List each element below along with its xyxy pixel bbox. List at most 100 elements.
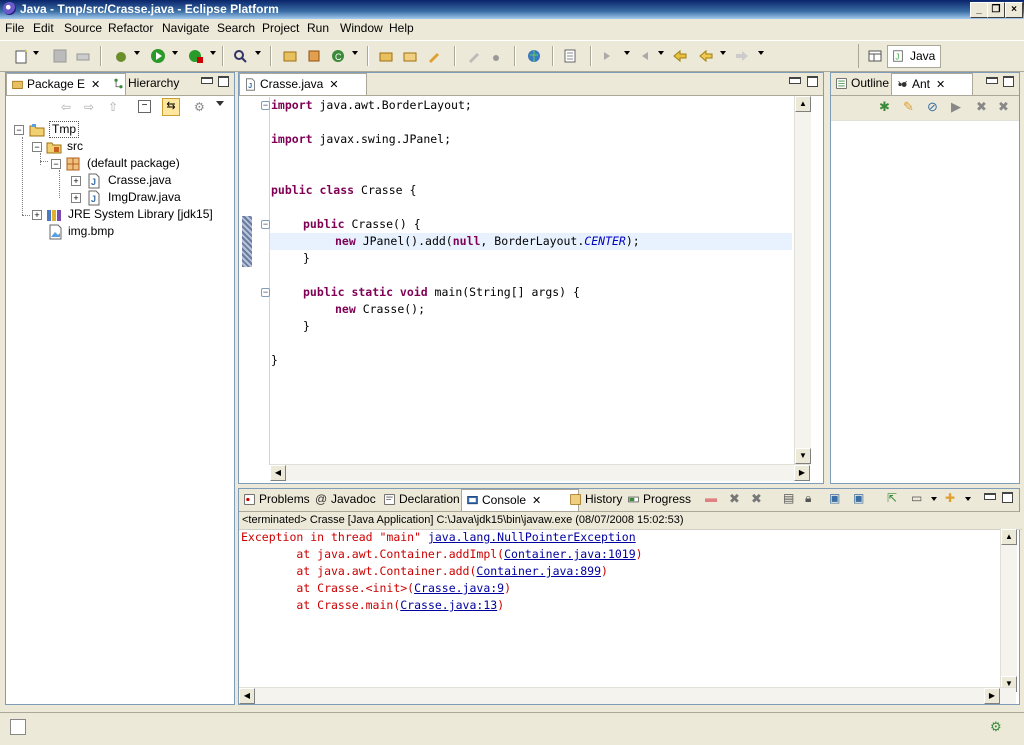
chevron-down-icon[interactable] xyxy=(134,51,140,55)
search-icon[interactable] xyxy=(232,48,248,64)
tab-ant[interactable]: Ant ✕ xyxy=(891,73,973,95)
console-line[interactable]: at Crasse.main(Crasse.java:13) xyxy=(241,598,504,612)
view-filter-icon[interactable]: ⚙ xyxy=(194,100,205,114)
collapse-icon[interactable]: − xyxy=(51,159,61,169)
open-console-icon[interactable]: ✚ xyxy=(945,491,955,505)
code-line[interactable]: public static void main(String[] args) { xyxy=(303,285,580,299)
tab-crasse-java[interactable]: J Crasse.java ✕ xyxy=(239,73,367,95)
code-line[interactable]: new JPanel().add(null, BorderLayout.CENT… xyxy=(335,234,640,248)
maximize-view-icon[interactable] xyxy=(1003,76,1014,87)
print-icon[interactable] xyxy=(75,48,91,64)
clear-console-icon[interactable]: ▤ xyxy=(783,491,794,505)
perspective-java-button[interactable]: J Java xyxy=(887,45,941,68)
up-icon[interactable]: ⇧ xyxy=(108,100,118,114)
fold-collapse-icon[interactable]: − xyxy=(261,288,270,297)
code-line[interactable]: public Crasse() { xyxy=(303,217,421,231)
remove-all-icon[interactable]: ✖ xyxy=(998,99,1009,115)
console-line[interactable]: Exception in thread "main" java.lang.Nul… xyxy=(241,530,636,544)
minimize-view-icon[interactable] xyxy=(986,77,998,84)
menu-source[interactable]: Source xyxy=(64,21,102,35)
background-tasks-icon[interactable]: ⚙ xyxy=(990,719,1002,735)
console-link[interactable]: Container.java:1019 xyxy=(504,547,636,561)
minimize-view-icon[interactable] xyxy=(984,493,996,500)
console-vertical-scrollbar[interactable]: ▲ ▼ xyxy=(1000,529,1017,692)
add-buildfile-icon[interactable]: ✱ xyxy=(879,99,890,115)
forward-icon[interactable]: ⇨ xyxy=(84,100,94,114)
console-line[interactable]: at Crasse.<init>(Crasse.java:9) xyxy=(241,581,511,595)
back-arrow-icon[interactable] xyxy=(698,48,714,64)
globe-icon[interactable] xyxy=(526,48,542,64)
maximize-view-icon[interactable] xyxy=(807,76,818,87)
show-on-error-icon[interactable]: ▣ xyxy=(853,491,864,505)
chevron-down-icon[interactable] xyxy=(255,51,261,55)
chevron-down-icon[interactable] xyxy=(172,51,178,55)
console-link[interactable]: java.lang.NullPointerException xyxy=(428,530,636,544)
debug-icon[interactable] xyxy=(113,48,129,64)
back-icon[interactable]: ⇦ xyxy=(61,100,71,114)
chevron-down-icon[interactable] xyxy=(210,51,216,55)
mark-occurrences-icon[interactable] xyxy=(488,48,504,64)
tab-console[interactable]: Console ✕ xyxy=(461,489,579,511)
run-icon[interactable] xyxy=(150,48,166,64)
maximize-view-icon[interactable] xyxy=(1002,492,1013,503)
search-buildfile-icon[interactable]: ✎ xyxy=(903,99,914,115)
pencil-icon[interactable] xyxy=(426,48,442,64)
scroll-up-icon[interactable]: ▲ xyxy=(795,96,811,112)
console-link[interactable]: Crasse.java:13 xyxy=(400,598,497,612)
menu-edit[interactable]: Edit xyxy=(33,21,54,35)
close-icon[interactable]: ✕ xyxy=(91,79,100,91)
minimize-button[interactable]: _ xyxy=(970,2,988,18)
chevron-down-icon[interactable] xyxy=(658,51,664,55)
code-line[interactable]: import java.awt.BorderLayout; xyxy=(271,98,472,112)
collapse-icon[interactable]: − xyxy=(32,142,42,152)
close-icon[interactable]: ✕ xyxy=(936,79,945,91)
remove-launch-icon[interactable]: ✖ xyxy=(729,491,740,507)
code-line[interactable]: } xyxy=(303,319,310,333)
menu-project[interactable]: Project xyxy=(262,21,299,35)
editor-vertical-scrollbar[interactable]: ▲ ▼ xyxy=(794,96,811,464)
forward-arrow-icon[interactable] xyxy=(734,48,750,64)
menu-run[interactable]: Run xyxy=(307,21,329,35)
menu-refactor[interactable]: Refactor xyxy=(108,21,153,35)
expand-icon[interactable]: + xyxy=(71,176,81,186)
last-edit-icon[interactable] xyxy=(672,48,688,64)
link-with-editor-icon[interactable]: ⇆ xyxy=(162,98,180,116)
open-resource-icon[interactable] xyxy=(402,48,418,64)
new-class-icon[interactable]: C xyxy=(330,48,346,64)
scroll-right-icon[interactable]: ▶ xyxy=(794,465,810,481)
fold-collapse-icon[interactable]: − xyxy=(261,101,270,110)
scroll-up-icon[interactable]: ▲ xyxy=(1001,529,1017,545)
document-icon[interactable] xyxy=(562,48,578,64)
fold-collapse-icon[interactable]: − xyxy=(261,220,270,229)
tab-progress[interactable]: Progress xyxy=(623,489,709,510)
scroll-right-icon[interactable]: ▶ xyxy=(984,688,1000,704)
new-java-project-icon[interactable] xyxy=(282,48,298,64)
next-annotation-icon[interactable] xyxy=(600,48,616,64)
scroll-down-icon[interactable]: ▼ xyxy=(795,448,811,464)
fast-view-icon[interactable] xyxy=(10,719,26,735)
code-line[interactable]: import javax.swing.JPanel; xyxy=(271,132,451,146)
code-line[interactable]: } xyxy=(303,251,310,265)
expand-icon[interactable]: + xyxy=(32,210,42,220)
console-line[interactable]: at java.awt.Container.addImpl(Container.… xyxy=(241,547,642,561)
edit-icon[interactable] xyxy=(466,48,482,64)
remove-all-launches-icon[interactable]: ✖ xyxy=(751,491,762,507)
previous-annotation-icon[interactable] xyxy=(636,48,652,64)
chevron-down-icon[interactable] xyxy=(33,51,39,55)
open-perspective-icon[interactable] xyxy=(867,48,883,64)
menu-file[interactable]: File xyxy=(5,21,24,35)
close-icon[interactable]: ✕ xyxy=(532,495,541,507)
maximize-view-icon[interactable] xyxy=(218,76,229,87)
pin-console-icon[interactable]: ⇱ xyxy=(887,491,897,505)
code-line[interactable]: } xyxy=(271,353,278,367)
menu-help[interactable]: Help xyxy=(389,21,414,35)
chevron-down-icon[interactable] xyxy=(352,51,358,55)
close-window-button[interactable]: × xyxy=(1005,2,1023,18)
menu-search[interactable]: Search xyxy=(217,21,255,35)
console-horizontal-scrollbar[interactable]: ◀ ▶ xyxy=(239,687,1016,704)
collapse-icon[interactable]: − xyxy=(14,125,24,135)
open-type-icon[interactable] xyxy=(378,48,394,64)
scroll-lock-icon[interactable]: 🔒︎ xyxy=(805,491,811,506)
scroll-left-icon[interactable]: ◀ xyxy=(270,465,286,481)
new-icon[interactable] xyxy=(14,48,30,64)
